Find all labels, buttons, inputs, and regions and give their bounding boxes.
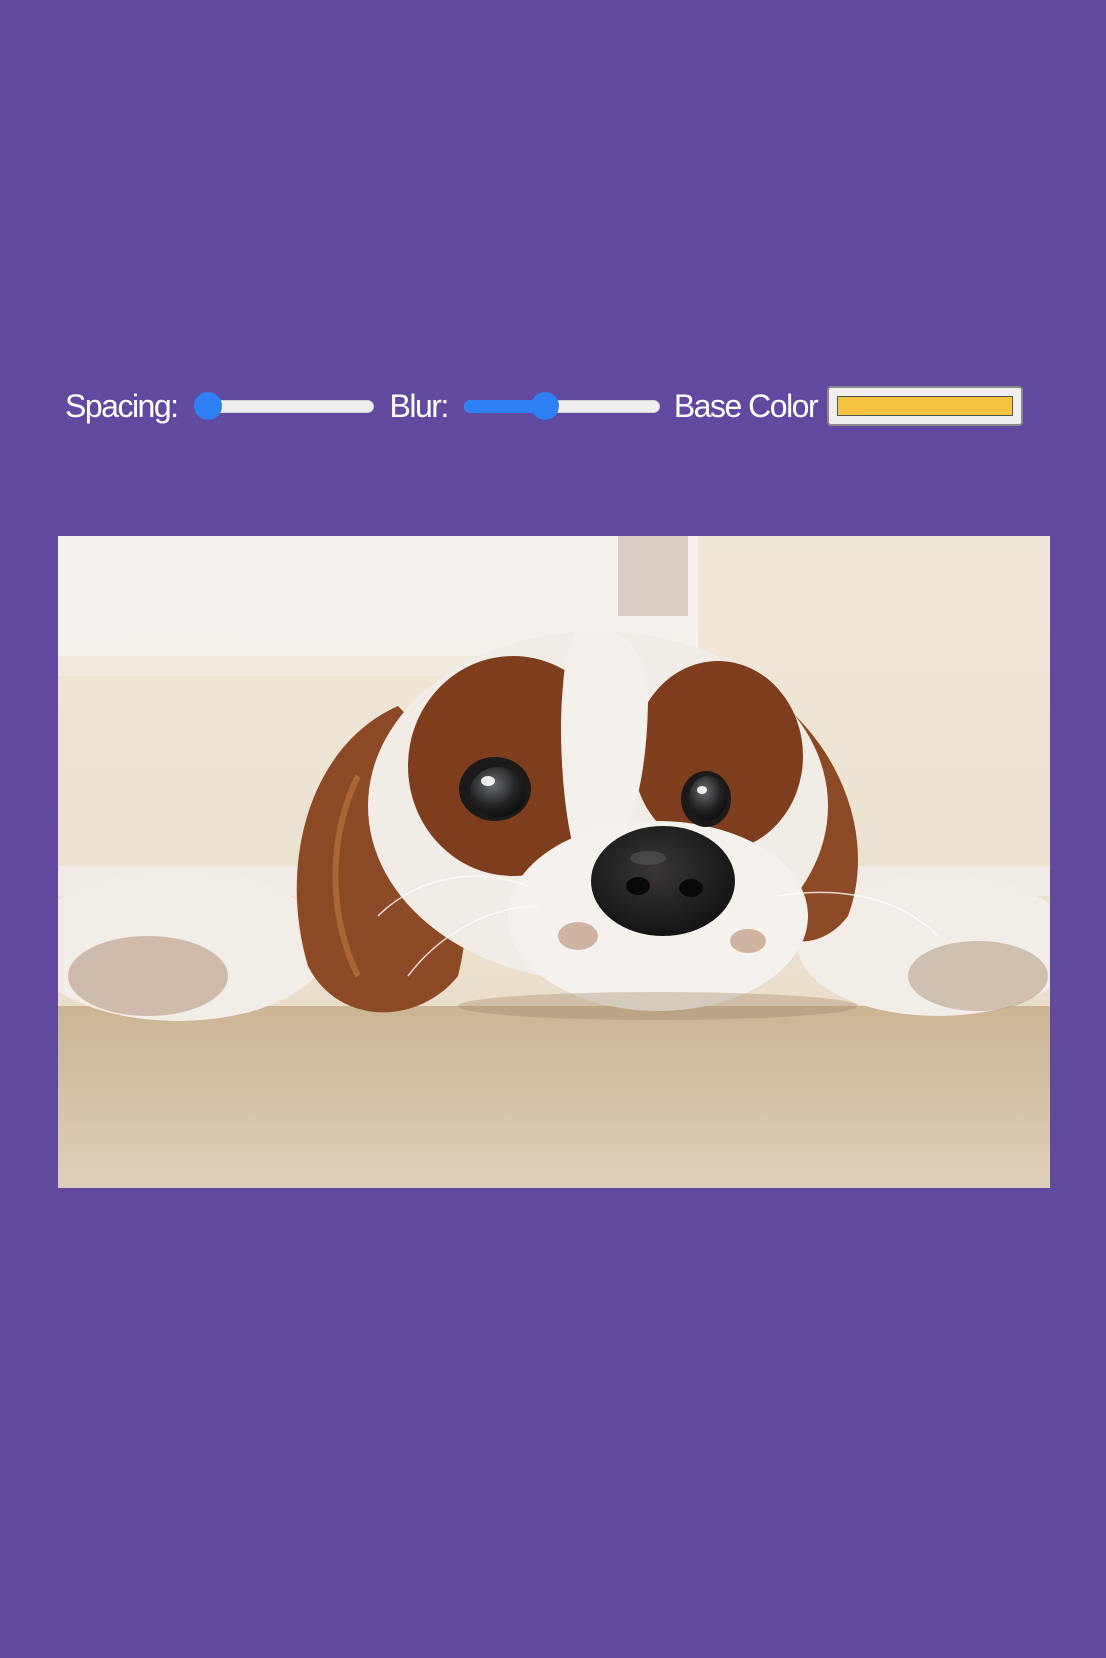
blur-slider[interactable] (463, 391, 660, 421)
spacing-slider[interactable] (193, 391, 374, 421)
dog-photo (58, 536, 1050, 1188)
blur-slider-thumb[interactable] (531, 392, 560, 420)
base-color-picker[interactable] (827, 386, 1024, 426)
blur-label: Blur: (389, 387, 450, 424)
spacing-label: Spacing: (65, 387, 179, 424)
base-color-swatch (837, 396, 1014, 416)
controls-bar: Spacing: Blur: Base Color (65, 378, 1024, 434)
dog-illustration (58, 536, 1050, 1188)
spacing-slider-thumb[interactable] (193, 392, 222, 420)
base-color-label: Base Color (673, 387, 819, 424)
